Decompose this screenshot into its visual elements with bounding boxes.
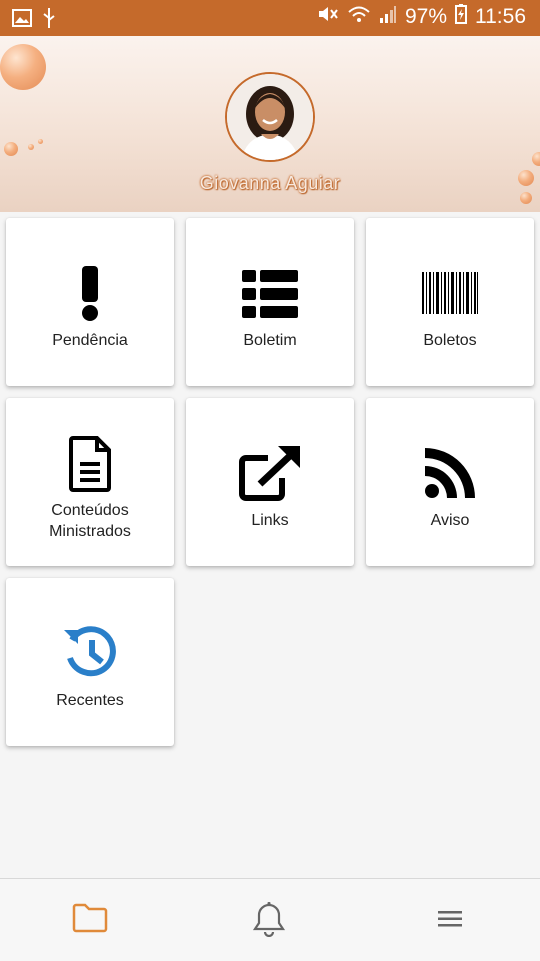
status-bar: 97% 11:56 xyxy=(0,0,540,36)
folder-icon[interactable] xyxy=(72,903,112,939)
table-list-icon xyxy=(186,270,354,323)
tile-recentes[interactable]: Recentes xyxy=(6,578,174,746)
decorative-bubble xyxy=(532,152,540,166)
decorative-bubble xyxy=(4,142,18,156)
wifi-icon xyxy=(347,4,371,30)
tile-label: Boletos xyxy=(423,332,477,349)
clock: 11:56 xyxy=(475,5,526,28)
decorative-bubble xyxy=(0,44,46,90)
history-icon xyxy=(6,624,174,685)
decorative-bubble xyxy=(38,139,43,144)
tile-conteudos-ministrados[interactable]: Conteúdos Ministrados xyxy=(6,398,174,566)
tile-boletim[interactable]: Boletim xyxy=(186,218,354,386)
barcode-icon xyxy=(366,272,534,319)
tile-aviso[interactable]: Aviso xyxy=(366,398,534,566)
battery-percent: 97% xyxy=(404,5,447,28)
file-text-icon xyxy=(6,436,174,497)
mute-icon xyxy=(317,4,339,30)
tile-boletos[interactable]: Boletos xyxy=(366,218,534,386)
tile-label-line: Conteúdos xyxy=(51,502,129,519)
tile-label: Links xyxy=(251,512,289,529)
rss-icon xyxy=(366,448,534,503)
battery-charging-icon xyxy=(455,4,467,30)
profile-header: Giovanna Aguiar xyxy=(0,36,540,212)
bottom-navigation xyxy=(0,878,540,961)
tile-label-line: Ministrados xyxy=(49,523,131,540)
external-link-icon xyxy=(186,444,354,507)
avatar[interactable] xyxy=(225,72,315,162)
tile-links[interactable]: Links xyxy=(186,398,354,566)
menu-icon[interactable] xyxy=(436,909,476,945)
tile-label: Pendência xyxy=(52,332,128,349)
tile-label: Recentes xyxy=(56,692,124,709)
exclamation-icon xyxy=(6,266,174,327)
signal-icon xyxy=(379,4,397,30)
decorative-bubble xyxy=(28,144,34,150)
tile-pendencia[interactable]: Pendência xyxy=(6,218,174,386)
user-name: Giovanna Aguiar xyxy=(199,173,341,193)
tile-label: Conteúdos Ministrados xyxy=(6,500,174,542)
usb-icon xyxy=(42,8,56,33)
image-icon xyxy=(12,9,32,32)
bell-icon[interactable] xyxy=(252,901,292,938)
tile-label: Aviso xyxy=(430,512,470,529)
tile-label: Boletim xyxy=(243,332,297,349)
